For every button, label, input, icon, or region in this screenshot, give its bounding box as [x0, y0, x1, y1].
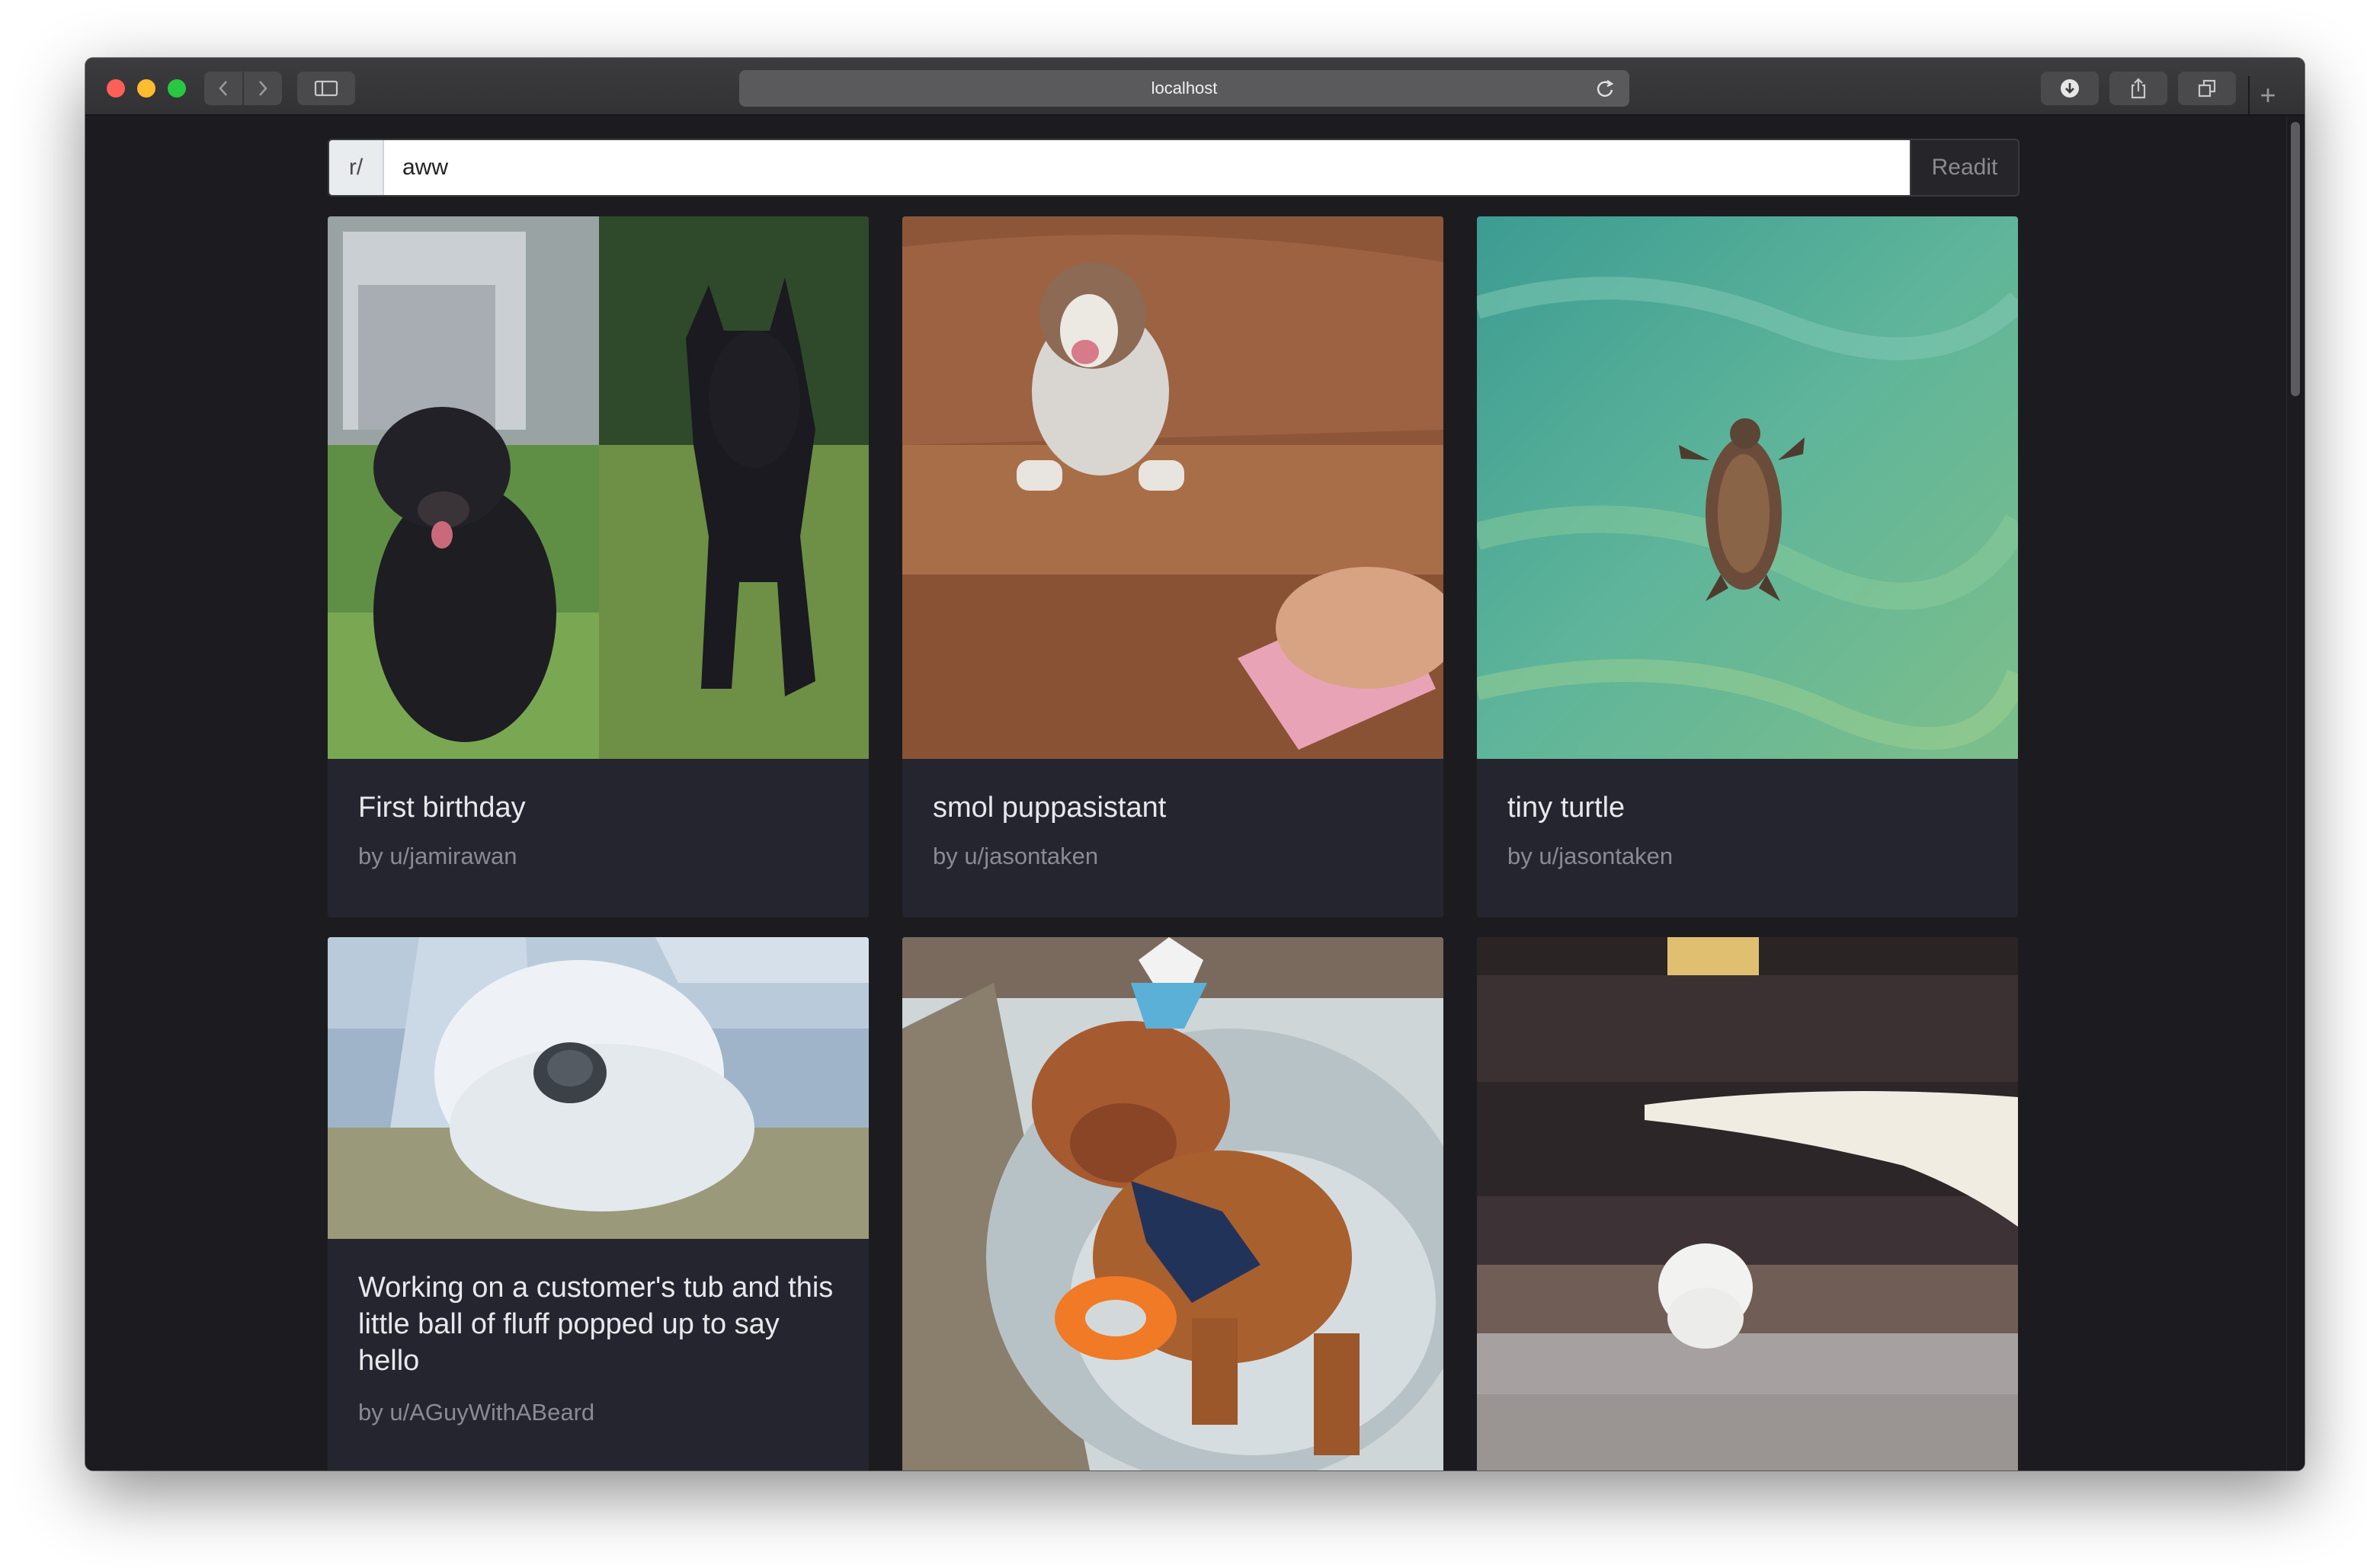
zoom-window-button[interactable] — [168, 79, 186, 98]
post-title[interactable]: First birthday — [358, 789, 838, 826]
downloads-button[interactable] — [2041, 72, 2099, 105]
subreddit-search-bar: r/ Readit — [328, 139, 2019, 197]
post-author[interactable]: by u/AGuyWithABeard — [358, 1399, 594, 1426]
post-thumbnail-tiny-turtle[interactable] — [1477, 216, 2018, 759]
chevron-left-icon — [219, 81, 227, 96]
back-button[interactable] — [204, 72, 242, 105]
post-card[interactable] — [1477, 937, 2018, 1470]
close-window-button[interactable] — [107, 79, 125, 98]
post-card[interactable]: First birthday by u/jamirawan — [328, 216, 869, 917]
tab-overview-button[interactable] — [2178, 72, 2236, 105]
minimize-window-button[interactable] — [137, 79, 155, 98]
browser-window: localhost + r/ Readit — [85, 58, 2305, 1470]
post-card[interactable]: tiny turtle by u/jasontaken — [1477, 216, 2018, 917]
subreddit-prefix: r/ — [329, 140, 384, 195]
post-card[interactable]: Working on a customer's tub and this lit… — [328, 937, 869, 1470]
post-author[interactable]: by u/jasontaken — [933, 843, 1098, 870]
readit-button[interactable]: Readit — [1910, 140, 2018, 195]
post-thumbnail-fluff-in-tub[interactable] — [328, 937, 869, 1239]
sidebar-toggle-button[interactable] — [297, 72, 355, 105]
scrollbar[interactable] — [2286, 116, 2305, 1470]
browser-titlebar: localhost + — [85, 58, 2305, 116]
forward-button[interactable] — [244, 72, 282, 105]
post-thumbnail-puppy-and-dog[interactable] — [328, 216, 869, 759]
post-author[interactable]: by u/jasontaken — [1507, 843, 1673, 870]
subreddit-input[interactable] — [384, 140, 1910, 195]
reload-icon[interactable] — [1594, 78, 1616, 99]
post-author[interactable]: by u/jamirawan — [358, 843, 517, 870]
download-icon — [2061, 79, 2079, 98]
tabs-icon — [2198, 79, 2216, 98]
post-title[interactable]: smol puppasistant — [933, 789, 1413, 826]
post-thumbnail-fluffy-puppy-living-room[interactable] — [1477, 937, 2018, 1470]
post-card[interactable] — [902, 937, 1443, 1470]
post-title[interactable]: Working on a customer's tub and this lit… — [358, 1269, 838, 1379]
new-tab-button[interactable]: + — [2248, 76, 2286, 114]
post-thumbnail-birthday-dog[interactable] — [902, 937, 1443, 1470]
chevron-right-icon — [259, 81, 267, 96]
address-text: localhost — [1151, 78, 1218, 98]
page-viewport: r/ Readit — [85, 116, 2305, 1470]
share-icon — [2131, 78, 2146, 99]
share-button[interactable] — [2109, 72, 2167, 105]
scrollbar-thumb[interactable] — [2291, 122, 2300, 396]
address-bar[interactable]: localhost — [739, 70, 1629, 107]
sidebar-icon — [314, 80, 338, 97]
post-title[interactable]: tiny turtle — [1507, 789, 1987, 826]
post-thumbnail-corgi-puppy[interactable] — [902, 216, 1443, 759]
post-card[interactable]: smol puppasistant by u/jasontaken — [902, 216, 1443, 917]
